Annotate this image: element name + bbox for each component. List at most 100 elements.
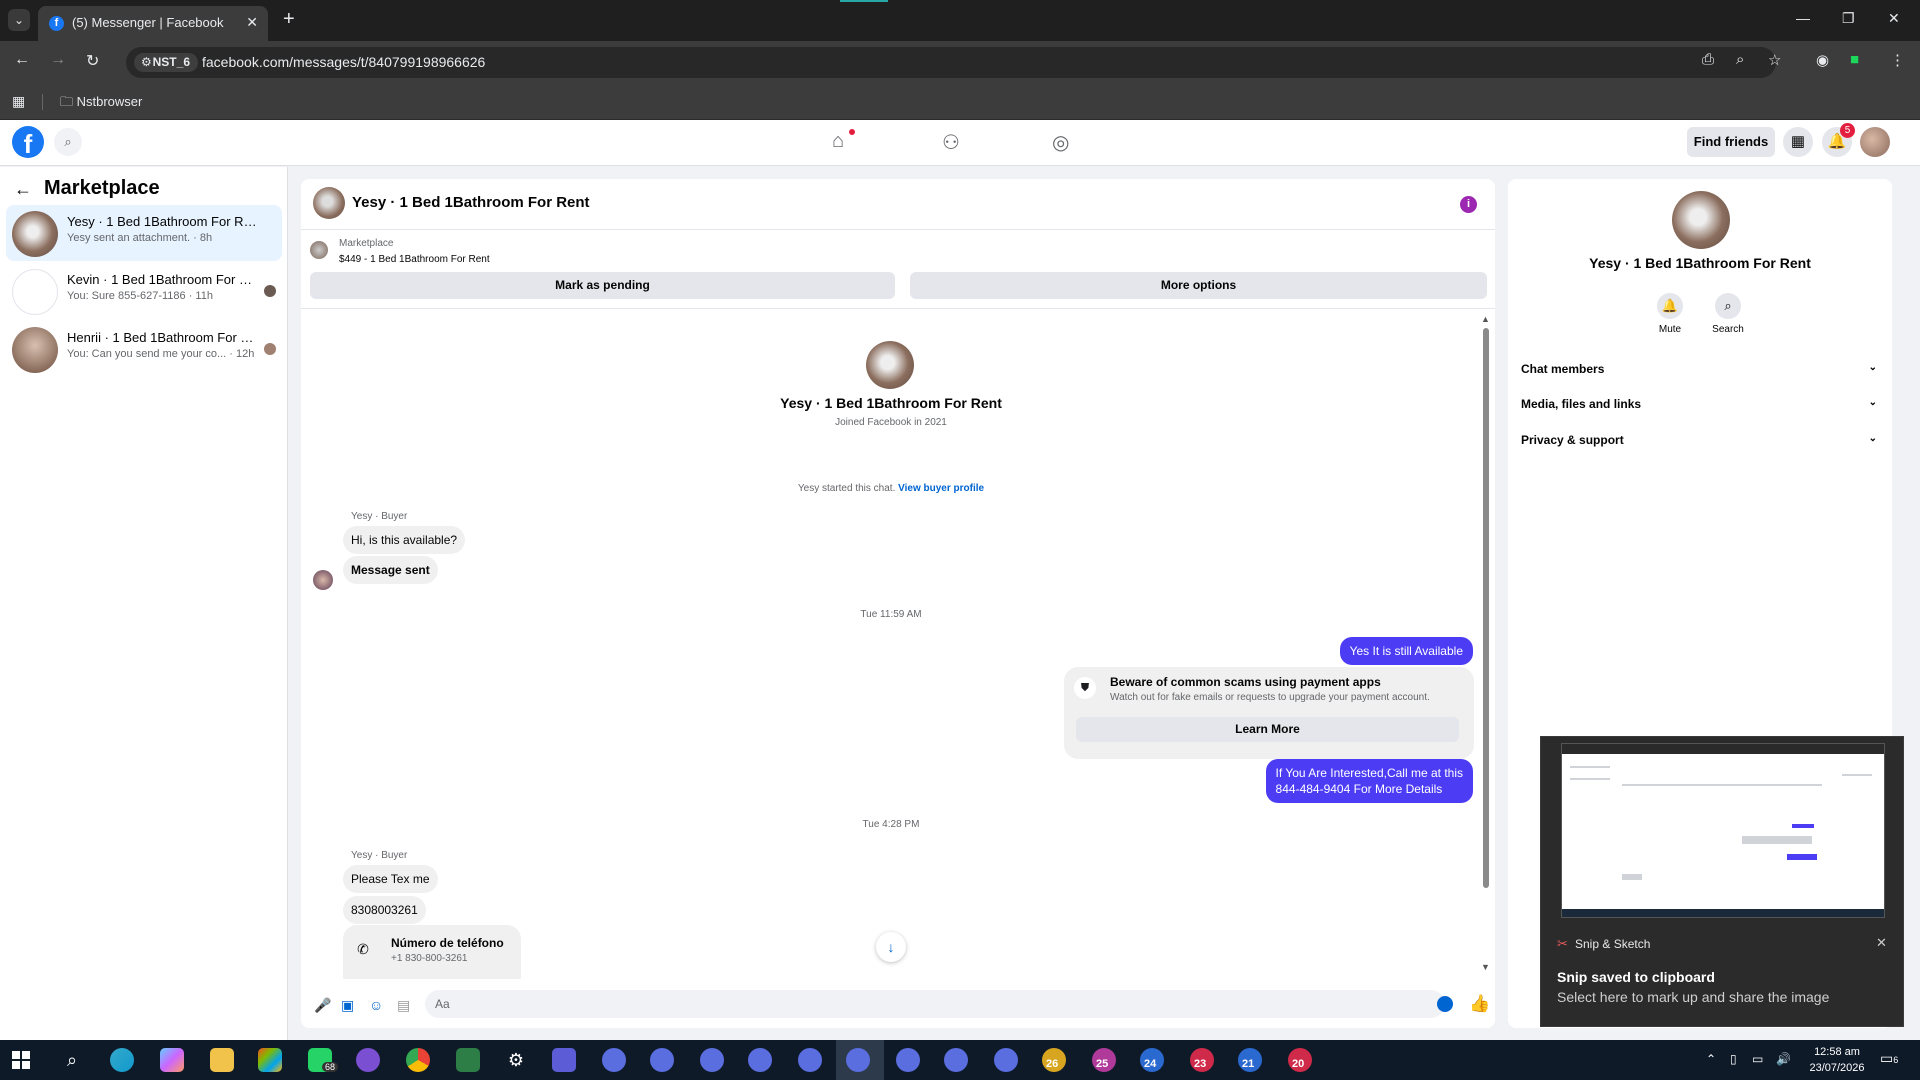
emoji-icon[interactable]: [1437, 996, 1453, 1012]
scroll-up-arrow-icon[interactable]: ▲: [1481, 314, 1490, 324]
section-media-files[interactable]: Media, files and links ⌄: [1521, 397, 1877, 411]
snip-notification[interactable]: ✂ Snip & Sketch ✕ Snip saved to clipboar…: [1540, 736, 1904, 1027]
thumbs-up-icon[interactable]: 👍: [1469, 994, 1490, 1014]
forward-icon[interactable]: →: [50, 51, 66, 69]
minimize-icon[interactable]: —: [1796, 10, 1810, 26]
facebook-logo-icon[interactable]: f: [12, 126, 44, 158]
reload-icon[interactable]: ↻: [86, 51, 99, 71]
shield-icon: ⛊: [1074, 677, 1096, 699]
nstbrowser-icon[interactable]: [944, 1048, 968, 1072]
file-explorer-icon[interactable]: [210, 1048, 234, 1072]
view-buyer-profile-link[interactable]: View buyer profile: [898, 483, 984, 494]
new-tab-icon[interactable]: +: [283, 8, 295, 31]
nstbrowser-icon[interactable]: [650, 1048, 674, 1072]
preview-taskbar: [1562, 909, 1884, 917]
scrollbar[interactable]: ▲ ▼: [1481, 314, 1492, 974]
tune-icon: ⚙: [141, 55, 152, 69]
back-icon[interactable]: ←: [14, 51, 30, 69]
chat-item-kevin[interactable]: Kevin · 1 Bed 1Bathroom For Rent You: Su…: [6, 263, 282, 319]
tray-chevron-icon[interactable]: ⌃: [1706, 1052, 1716, 1066]
profile-icon[interactable]: ◉: [1816, 51, 1829, 69]
microphone-icon[interactable]: 🎤: [314, 997, 331, 1014]
more-options-button[interactable]: More options: [910, 272, 1487, 299]
search-icon[interactable]: ⌕: [54, 128, 82, 156]
close-icon[interactable]: ✕: [1876, 935, 1887, 951]
chat-item-henrii[interactable]: Henrii · 1 Bed 1Bathroom For Rent You: C…: [6, 321, 282, 377]
avatar: [12, 269, 58, 315]
section-privacy-support[interactable]: Privacy & support ⌄: [1521, 433, 1877, 447]
scroll-thumb[interactable]: [1483, 328, 1489, 888]
battery-icon[interactable]: ▯: [1730, 1052, 1737, 1066]
zoom-icon[interactable]: ⌕: [1736, 51, 1744, 68]
listing-thumbnail[interactable]: [310, 241, 328, 259]
tab-search-icon[interactable]: ⌄: [8, 9, 30, 31]
url-text[interactable]: facebook.com/messages/t/840799198966626: [202, 54, 485, 70]
menu-grid-icon[interactable]: ▦: [1783, 127, 1813, 157]
groups-icon[interactable]: ◎: [1052, 130, 1069, 155]
tab-close-icon[interactable]: ✕: [246, 14, 258, 31]
apps-grid-icon[interactable]: ▦: [12, 93, 25, 110]
listing-title[interactable]: $449 - 1 Bed 1Bathroom For Rent: [339, 254, 490, 265]
message-input[interactable]: Aa: [425, 990, 1445, 1018]
volume-icon[interactable]: 🔊: [1776, 1052, 1791, 1066]
network-icon[interactable]: ▭: [1752, 1052, 1763, 1066]
chat-item-yesy[interactable]: Yesy · 1 Bed 1Bathroom For Rent Yesy sen…: [6, 205, 282, 261]
info-icon[interactable]: i: [1460, 196, 1477, 213]
windows-start-icon[interactable]: [12, 1051, 30, 1069]
store-icon[interactable]: [258, 1048, 282, 1072]
gif-icon[interactable]: ▤: [397, 997, 410, 1014]
search-conversation-button[interactable]: ⌕ Search: [1698, 293, 1758, 335]
avatar[interactable]: [313, 187, 345, 219]
outgoing-message-line: If You Are Interested,Call me at this: [1275, 766, 1463, 780]
app-icon[interactable]: [456, 1048, 480, 1072]
bookmark-folder[interactable]: 🗀 Nstbrowser: [60, 93, 142, 115]
edge-icon[interactable]: [110, 1048, 134, 1072]
profile-chip-label: NST_6: [152, 55, 190, 69]
nstbrowser-icon[interactable]: [748, 1048, 772, 1072]
nstbrowser-icon[interactable]: [896, 1048, 920, 1072]
restore-icon[interactable]: ❐: [1842, 10, 1855, 27]
menu-icon[interactable]: ⋮: [1890, 51, 1905, 69]
find-friends-button[interactable]: Find friends: [1687, 127, 1775, 157]
search-icon[interactable]: ⌕: [60, 1048, 84, 1072]
video-icon[interactable]: ■: [1850, 51, 1859, 68]
section-chat-members[interactable]: Chat members ⌄: [1521, 362, 1877, 376]
timestamp-separator: Tue 11:59 AM: [860, 609, 922, 620]
chrome-icon[interactable]: [406, 1048, 430, 1072]
window-close-icon[interactable]: ✕: [1888, 10, 1900, 27]
bookmark-star-icon[interactable]: ☆: [1768, 51, 1781, 69]
notification-center-icon[interactable]: ▭6: [1880, 1050, 1898, 1067]
site-info-chip[interactable]: ⚙ NST_6: [134, 53, 198, 72]
browser-tab-bar: ⌄ f (5) Messenger | Facebook ✕ + — ❐ ✕: [0, 0, 1920, 41]
nstbrowser-icon[interactable]: [602, 1048, 626, 1072]
app-icon[interactable]: [356, 1048, 380, 1072]
nstbrowser-icon[interactable]: [994, 1048, 1018, 1072]
friends-icon[interactable]: ⚇: [942, 130, 960, 155]
app-icon[interactable]: [552, 1048, 576, 1072]
scroll-down-arrow-icon[interactable]: ▼: [1481, 962, 1490, 972]
chat-list: ← Marketplace Yesy · 1 Bed 1Bathroom For…: [0, 167, 288, 1040]
scroll-down-icon[interactable]: ↓: [876, 932, 906, 962]
back-arrow-icon[interactable]: ←: [14, 179, 32, 200]
toast-title: Snip saved to clipboard: [1557, 969, 1715, 985]
settings-gear-icon[interactable]: ⚙: [504, 1048, 528, 1072]
address-bar[interactable]: ⚙ NST_6 facebook.com/messages/t/84079919…: [126, 47, 1776, 78]
mute-button[interactable]: 🔔 Mute: [1640, 293, 1700, 335]
install-icon[interactable]: ⎙: [1702, 51, 1714, 68]
phone-number-card[interactable]: ✆ Número de teléfono +1 830-800-3261: [343, 925, 521, 979]
sticker-icon[interactable]: ☺: [369, 997, 383, 1013]
learn-more-button[interactable]: Learn More: [1076, 717, 1459, 742]
photo-icon[interactable]: ▣: [341, 997, 354, 1014]
nstbrowser-icon[interactable]: [798, 1048, 822, 1072]
nstbrowser-icon[interactable]: [700, 1048, 724, 1072]
browser-tab[interactable]: f (5) Messenger | Facebook ✕: [38, 6, 268, 41]
section-label: Chat members: [1521, 362, 1605, 376]
account-avatar[interactable]: [1860, 127, 1890, 157]
conversation-title[interactable]: Yesy · 1 Bed 1Bathroom For Rent: [352, 194, 590, 211]
copilot-icon[interactable]: [160, 1048, 184, 1072]
nstbrowser-icon[interactable]: [846, 1048, 870, 1072]
preview-line: [1570, 766, 1610, 768]
system-clock[interactable]: 12:58 am 23/07/2026: [1800, 1044, 1874, 1076]
mark-pending-button[interactable]: Mark as pending: [310, 272, 895, 299]
home-icon[interactable]: ⌂: [832, 130, 844, 153]
